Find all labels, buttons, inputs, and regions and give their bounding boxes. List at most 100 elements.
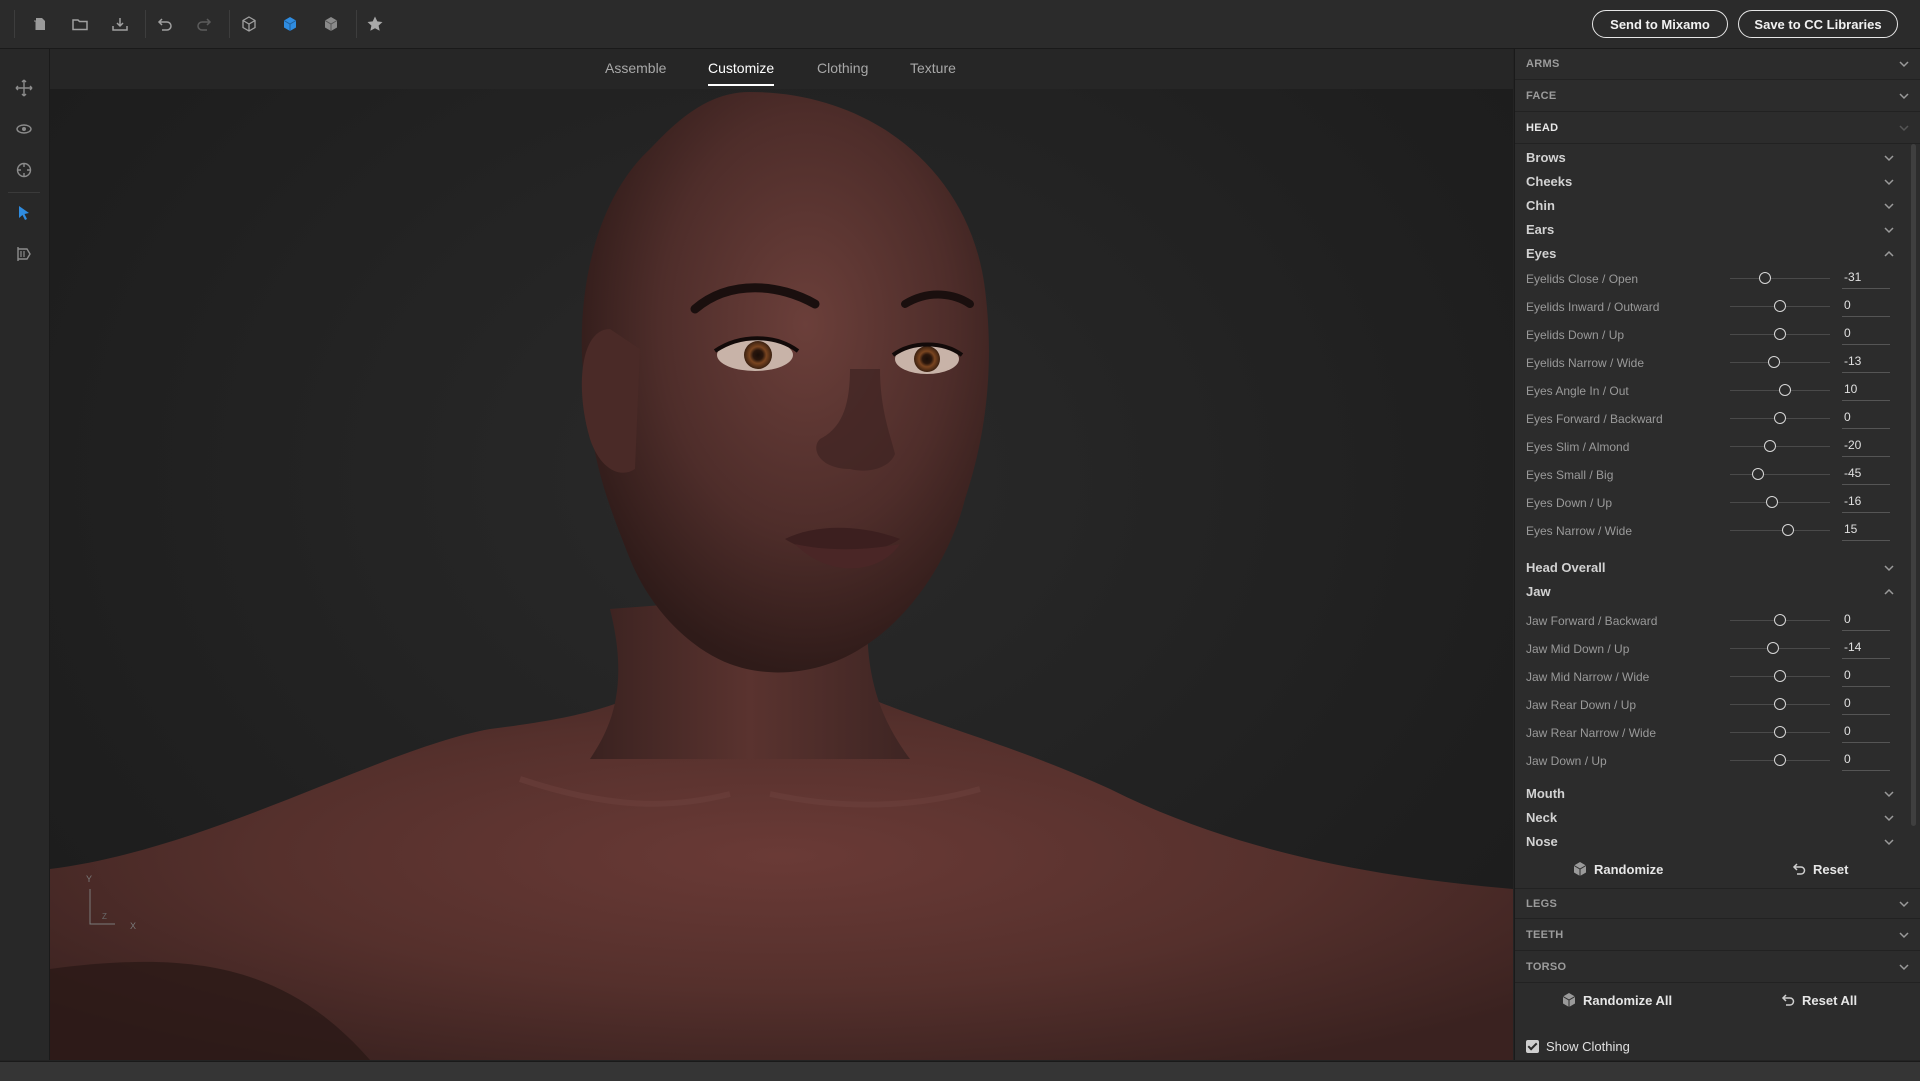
slider-label: Jaw Mid Down / Up — [1526, 642, 1630, 656]
toolbar-divider — [229, 10, 230, 38]
target-icon[interactable] — [12, 158, 36, 182]
slider-value-field[interactable]: 10 — [1842, 381, 1890, 401]
slider-value-field[interactable]: -20 — [1842, 437, 1890, 457]
export-icon[interactable] — [108, 12, 132, 36]
slider-thumb[interactable] — [1774, 328, 1786, 340]
pointer-icon[interactable] — [12, 201, 36, 225]
dice-icon — [1573, 862, 1587, 876]
chevron-down-icon — [1899, 964, 1909, 971]
group-label: Nose — [1526, 834, 1558, 849]
move-icon[interactable] — [12, 76, 36, 100]
section-arms[interactable]: ARMS — [1515, 49, 1920, 80]
slider-thumb[interactable] — [1779, 384, 1791, 396]
slider-value-field[interactable]: 15 — [1842, 521, 1890, 541]
slider-thumb[interactable] — [1767, 642, 1779, 654]
slider-track[interactable] — [1730, 648, 1830, 649]
slider-row: Jaw Down / Up 0 — [1526, 747, 1901, 775]
tab-customize[interactable]: Customize — [708, 60, 775, 86]
group-jaw[interactable]: Jaw — [1526, 581, 1898, 603]
tab-assemble[interactable]: Assemble — [605, 60, 666, 76]
slider-value-field[interactable]: 0 — [1842, 297, 1890, 317]
group-nose[interactable]: Nose — [1526, 831, 1898, 853]
slider-value-field[interactable]: 0 — [1842, 695, 1890, 715]
slider-value-field[interactable]: 0 — [1842, 325, 1890, 345]
slider-track[interactable] — [1730, 474, 1830, 475]
group-brows[interactable]: Brows — [1526, 147, 1898, 169]
slider-track[interactable] — [1730, 502, 1830, 503]
character-render: Y X Z — [50, 92, 1513, 1060]
slider-thumb[interactable] — [1774, 300, 1786, 312]
slider-thumb[interactable] — [1774, 614, 1786, 626]
randomize-all-button[interactable]: Randomize All — [1561, 992, 1672, 1008]
slider-track[interactable] — [1730, 530, 1830, 531]
slider-row: Jaw Mid Down / Up -14 — [1526, 635, 1901, 663]
slider-track[interactable] — [1730, 446, 1830, 447]
cube-shaded-icon[interactable] — [319, 12, 343, 36]
slider-track[interactable] — [1730, 278, 1830, 279]
slider-thumb[interactable] — [1774, 726, 1786, 738]
show-clothing-checkbox[interactable]: Show Clothing — [1526, 1039, 1630, 1054]
slider-value-field[interactable]: -14 — [1842, 639, 1890, 659]
cube-outline-icon[interactable] — [237, 12, 261, 36]
slider-label: Eyes Forward / Backward — [1526, 412, 1663, 426]
slider-thumb[interactable] — [1774, 670, 1786, 682]
section-head[interactable]: HEAD — [1515, 113, 1920, 144]
open-folder-icon[interactable] — [68, 12, 92, 36]
tab-clothing[interactable]: Clothing — [817, 60, 868, 76]
save-to-cc-libraries-button[interactable]: Save to CC Libraries — [1738, 10, 1898, 38]
reset-icon — [1781, 994, 1795, 1006]
group-mouth[interactable]: Mouth — [1526, 783, 1898, 805]
group-chin[interactable]: Chin — [1526, 195, 1898, 217]
slider-label: Jaw Mid Narrow / Wide — [1526, 670, 1650, 684]
toolbar-divider — [356, 10, 357, 38]
slider-value-field[interactable]: 0 — [1842, 667, 1890, 687]
slider-value-field[interactable]: -16 — [1842, 493, 1890, 513]
slider-thumb[interactable] — [1758, 272, 1771, 284]
section-label: TORSO — [1526, 961, 1567, 973]
slider-thumb[interactable] — [1774, 412, 1786, 424]
slider-track[interactable] — [1730, 362, 1830, 363]
slider-value-field[interactable]: 0 — [1842, 611, 1890, 631]
panel-scrollbar[interactable] — [1911, 144, 1916, 826]
section-torso[interactable]: TORSO — [1515, 952, 1920, 983]
slider-value-field[interactable]: 0 — [1842, 751, 1890, 771]
send-to-mixamo-button[interactable]: Send to Mixamo — [1592, 10, 1728, 38]
group-cheeks[interactable]: Cheeks — [1526, 171, 1898, 193]
group-head-overall[interactable]: Head Overall — [1526, 557, 1898, 579]
slider-thumb[interactable] — [1766, 496, 1778, 508]
slider-thumb[interactable] — [1767, 356, 1780, 368]
new-icon[interactable] — [28, 12, 52, 36]
slider-thumb[interactable] — [1774, 754, 1786, 766]
slider-value-field[interactable]: -45 — [1842, 465, 1890, 485]
redo-icon[interactable] — [193, 12, 217, 36]
group-label: Cheeks — [1526, 174, 1573, 189]
chevron-down-icon — [1899, 93, 1909, 100]
slider-value-field[interactable]: 0 — [1842, 723, 1890, 743]
undo-icon[interactable] — [152, 12, 176, 36]
slider-value-field[interactable]: 0 — [1842, 409, 1890, 429]
3d-viewport[interactable]: Y X Z — [50, 89, 1513, 1060]
slider-thumb[interactable] — [1774, 698, 1786, 710]
slider-thumb[interactable] — [1764, 440, 1776, 452]
chevron-down-icon — [1884, 839, 1894, 846]
slider-thumb[interactable] — [1781, 524, 1794, 536]
tab-texture[interactable]: Texture — [910, 60, 956, 76]
slider-value-field[interactable]: -13 — [1842, 353, 1890, 373]
slider-value-field[interactable]: -31 — [1842, 269, 1890, 289]
group-eyes[interactable]: Eyes — [1526, 243, 1898, 265]
section-face[interactable]: FACE — [1515, 81, 1920, 112]
section-legs[interactable]: LEGS — [1515, 888, 1920, 919]
film-icon[interactable] — [12, 242, 36, 266]
section-teeth[interactable]: TEETH — [1515, 920, 1920, 951]
reset-all-button[interactable]: Reset All — [1780, 992, 1857, 1008]
group-ears[interactable]: Ears — [1526, 219, 1898, 241]
checkbox-checked[interactable] — [1526, 1040, 1539, 1053]
chevron-down-icon — [1899, 125, 1909, 132]
cube-solid-icon[interactable] — [278, 12, 302, 36]
orbit-icon[interactable] — [12, 117, 36, 141]
reset-button[interactable]: Reset — [1791, 861, 1848, 877]
star-icon[interactable] — [363, 12, 387, 36]
group-neck[interactable]: Neck — [1526, 807, 1898, 829]
randomize-button[interactable]: Randomize — [1572, 861, 1663, 877]
slider-thumb[interactable] — [1751, 468, 1764, 480]
